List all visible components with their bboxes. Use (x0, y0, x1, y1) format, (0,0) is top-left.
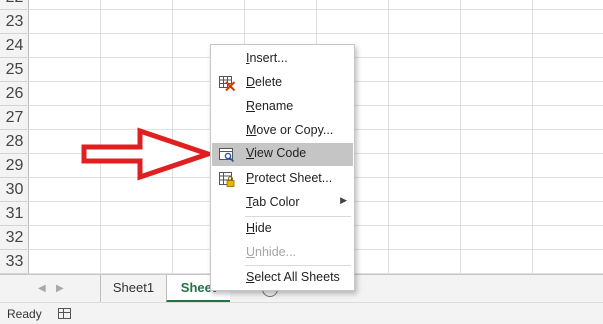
menu-item-select-all-sheets[interactable]: Select All Sheets (212, 267, 353, 289)
row-header[interactable]: 22 (0, 0, 29, 10)
menu-item-label: Tab Color (246, 195, 300, 209)
menu-item-label: Move or Copy... (246, 123, 334, 137)
scroll-tabs-left-icon[interactable]: ◀ (38, 283, 46, 294)
menu-item-unhide: Unhide... (212, 242, 353, 264)
status-bar: Ready (0, 302, 603, 324)
menu-item-view-code[interactable]: View Code (212, 143, 353, 166)
sheet-tab-sheet1[interactable]: Sheet1 (100, 275, 166, 302)
row-header[interactable]: 31 (0, 202, 29, 226)
red-arrow-icon (81, 127, 214, 181)
row-header[interactable]: 33 (0, 250, 29, 274)
menu-item-hide[interactable]: Hide (212, 218, 353, 240)
menu-item-rename[interactable]: Rename (212, 96, 353, 118)
menu-item-label: Unhide... (246, 245, 297, 259)
row-header[interactable]: 23 (0, 10, 29, 34)
protect-sheet-icon (219, 172, 235, 187)
menu-item-delete[interactable]: Delete (212, 72, 353, 94)
menu-item-insert[interactable]: Insert... (212, 48, 353, 70)
row-header[interactable]: 28 (0, 130, 29, 154)
menu-item-label: Select All Sheets (246, 270, 340, 284)
status-text: Ready (7, 307, 42, 321)
view-code-icon (219, 148, 235, 163)
menu-separator (245, 216, 351, 217)
row-header[interactable]: 24 (0, 34, 29, 58)
menu-item-protect-sheet[interactable]: Protect Sheet... (212, 168, 353, 190)
sheet-context-menu: Insert... Delete Rename Move or Copy... … (210, 44, 355, 291)
delete-sheet-icon (219, 76, 236, 92)
menu-item-move-or-copy[interactable]: Move or Copy... (212, 120, 353, 142)
menu-item-label: View Code (246, 146, 307, 160)
row-header[interactable]: 26 (0, 82, 29, 106)
menu-item-label: Protect Sheet... (246, 171, 333, 185)
menu-item-label: Rename (246, 99, 294, 113)
row-header[interactable]: 25 (0, 58, 29, 82)
menu-separator (245, 265, 351, 266)
grid-row (29, 10, 603, 34)
row-header[interactable]: 30 (0, 178, 29, 202)
scroll-tabs-right-icon[interactable]: ▶ (56, 283, 64, 294)
grid-row (29, 0, 603, 10)
row-headers: 22 23 24 25 26 27 28 29 30 31 32 33 (0, 0, 29, 274)
menu-item-tab-color[interactable]: Tab Color ▶ (212, 192, 353, 214)
menu-item-label: Hide (246, 221, 272, 235)
row-header[interactable]: 27 (0, 106, 29, 130)
menu-item-label: Delete (246, 75, 283, 89)
row-header[interactable]: 32 (0, 226, 29, 250)
page-view-icon[interactable] (58, 308, 71, 319)
submenu-arrow-icon: ▶ (340, 195, 347, 205)
menu-item-label: Insert... (246, 51, 288, 65)
row-header[interactable]: 29 (0, 154, 29, 178)
